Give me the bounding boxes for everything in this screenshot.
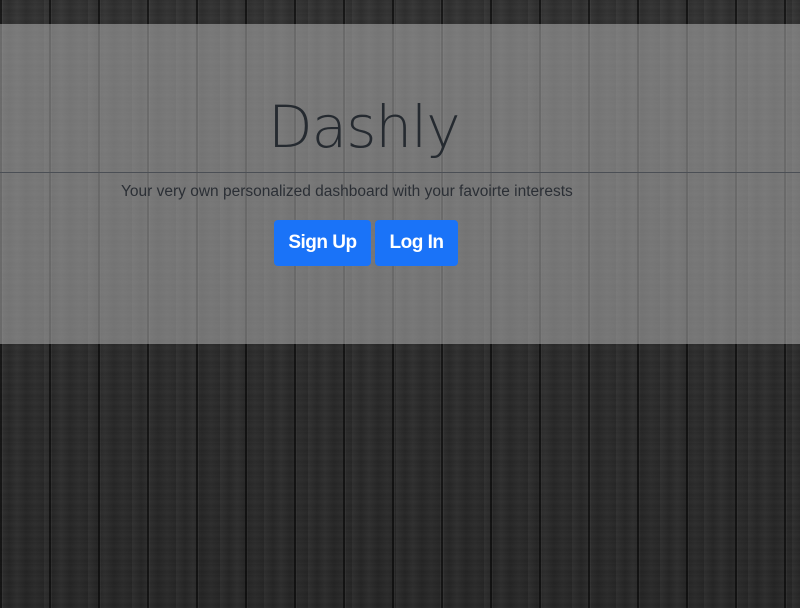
page-title: Dashly bbox=[268, 93, 461, 161]
hero-tagline: Your very own personalized dashboard wit… bbox=[121, 183, 573, 200]
log-in-button[interactable]: Log In bbox=[375, 220, 458, 266]
sign-up-button[interactable]: Sign Up bbox=[274, 220, 371, 266]
hero-jumbotron: Dashly Your very own personalized dashbo… bbox=[0, 24, 800, 344]
title-divider bbox=[0, 172, 800, 173]
